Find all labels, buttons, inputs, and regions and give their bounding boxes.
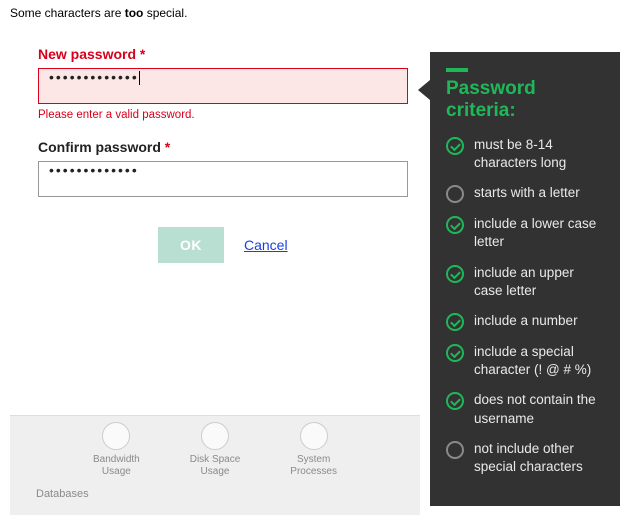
confirm-password-group: Confirm password * ••••••••••••• [38,139,420,197]
new-password-label: New password * [38,46,420,62]
footer-item[interactable]: SystemProcesses [290,422,337,478]
footer-item-icon [102,422,130,450]
criteria-text: not include other special characters [474,440,604,476]
footer-item[interactable]: BandwidthUsage [93,422,140,478]
check-circle-icon [446,265,464,283]
criteria-text: include an upper case letter [474,264,604,300]
criteria-text: include a number [474,312,604,330]
password-form: New password * ••••••••••••• Please ente… [0,26,420,263]
footer-item[interactable]: Disk SpaceUsage [190,422,241,478]
criteria-item: must be 8-14 characters long [446,136,604,172]
criteria-item: starts with a letter [446,184,604,203]
check-circle-icon [446,313,464,331]
footer-item-label: BandwidthUsage [93,454,140,478]
ok-button[interactable]: OK [158,227,224,263]
criteria-item: include a number [446,312,604,331]
criteria-item: does not contain the username [446,391,604,427]
criteria-item: not include other special characters [446,440,604,476]
footer-item-label: SystemProcesses [290,454,337,478]
check-circle-icon [446,392,464,410]
tooltip-title: Password criteria: [446,78,604,122]
empty-circle-icon [446,441,464,459]
criteria-item: include a special character (! @ # %) [446,343,604,379]
footer-category: Databases [36,488,420,500]
footer-strip: BandwidthUsage Disk SpaceUsage SystemProce… [10,415,420,515]
empty-circle-icon [446,185,464,203]
criteria-text: does not contain the username [474,391,604,427]
check-circle-icon [446,344,464,362]
confirm-password-input[interactable]: ••••••••••••• [38,161,408,197]
check-circle-icon [446,216,464,234]
footer-item-icon [300,422,328,450]
new-password-input[interactable]: ••••••••••••• [38,68,408,104]
criteria-text: include a special character (! @ # %) [474,343,604,379]
cancel-link[interactable]: Cancel [244,237,288,253]
criteria-item: include a lower case letter [446,215,604,251]
new-password-group: New password * ••••••••••••• Please ente… [38,46,420,121]
criteria-text: include a lower case letter [474,215,604,251]
criteria-text: must be 8-14 characters long [474,136,604,172]
new-password-error: Please enter a valid password. [38,109,420,121]
check-circle-icon [446,137,464,155]
footer-item-label: Disk SpaceUsage [190,454,241,478]
note-text: Some characters are too special. [0,0,640,26]
confirm-password-label: Confirm password * [38,139,420,155]
criteria-text: starts with a letter [474,184,604,202]
footer-item-icon [201,422,229,450]
password-criteria-tooltip: Password criteria: must be 8-14 characte… [430,52,620,506]
criteria-item: include an upper case letter [446,264,604,300]
form-actions: OK Cancel [158,227,420,263]
tooltip-accent-bar [446,68,468,72]
